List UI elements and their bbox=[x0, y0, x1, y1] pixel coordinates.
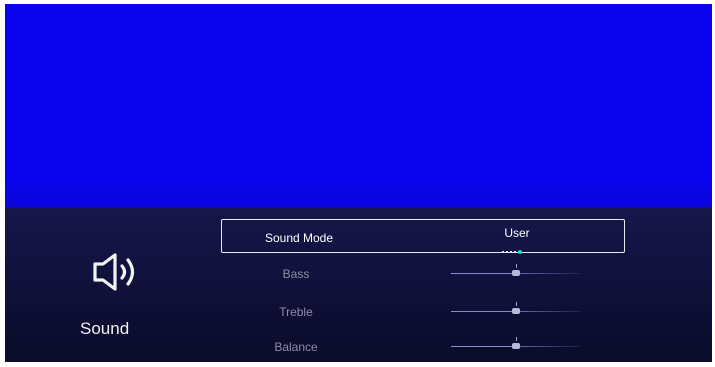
bass-row[interactable]: Bass bbox=[221, 260, 625, 294]
sound-category bbox=[68, 250, 158, 294]
sound-mode-row[interactable]: Sound Mode User bbox=[221, 219, 625, 254]
slider-thumb[interactable] bbox=[512, 308, 520, 314]
treble-label: Treble bbox=[279, 305, 313, 319]
sound-mode-value[interactable]: User bbox=[452, 226, 582, 240]
treble-row[interactable]: Treble bbox=[221, 298, 625, 332]
option-dot bbox=[506, 250, 508, 253]
video-preview-area bbox=[5, 4, 712, 207]
slider-thumb[interactable] bbox=[512, 270, 520, 276]
balance-label: Balance bbox=[274, 340, 318, 354]
bass-slider[interactable] bbox=[451, 264, 581, 278]
treble-slider[interactable] bbox=[451, 302, 581, 316]
speaker-icon bbox=[93, 253, 135, 291]
slider-center-tick bbox=[515, 337, 517, 341]
slider-center-tick bbox=[515, 302, 517, 306]
sound-mode-label: Sound Mode bbox=[264, 231, 334, 245]
slider-fill bbox=[451, 346, 516, 347]
slider-fill bbox=[451, 273, 516, 274]
balance-slider[interactable] bbox=[451, 337, 581, 351]
option-dot bbox=[502, 250, 504, 253]
option-dot-active bbox=[518, 249, 522, 254]
option-dot bbox=[514, 250, 516, 253]
slider-thumb[interactable] bbox=[512, 343, 520, 349]
slider-center-tick bbox=[515, 264, 517, 268]
category-label: Sound bbox=[80, 319, 130, 338]
sound-mode-option-indicator bbox=[502, 243, 524, 261]
slider-fill bbox=[451, 311, 516, 312]
balance-row[interactable]: Balance bbox=[221, 333, 625, 367]
bass-label: Bass bbox=[282, 267, 310, 281]
option-dot bbox=[510, 250, 512, 253]
